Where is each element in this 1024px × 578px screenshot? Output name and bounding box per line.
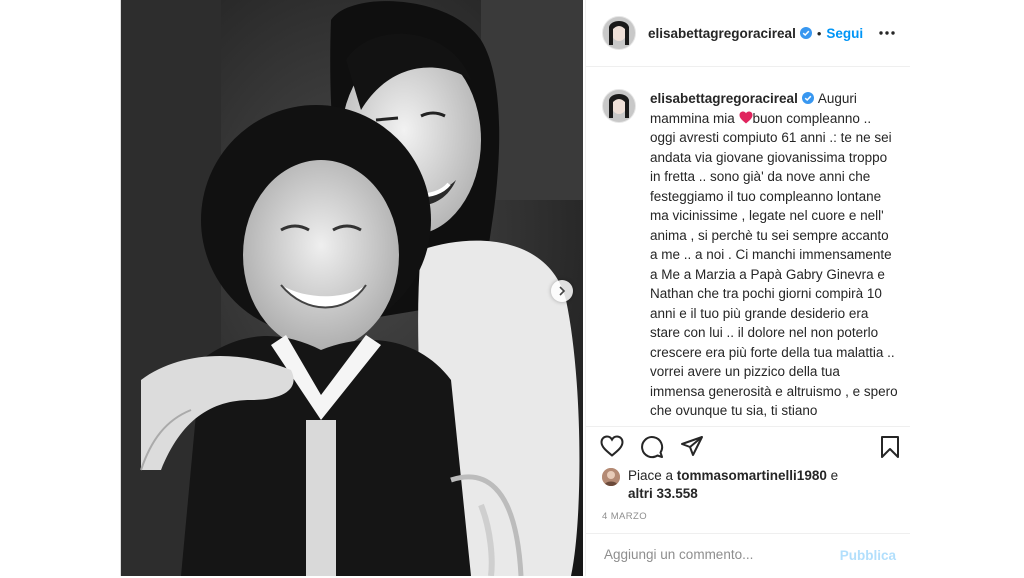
likes-others-link[interactable]: altri 33.558 bbox=[628, 486, 698, 501]
caption-username[interactable]: elisabettagregoracireal bbox=[650, 91, 798, 106]
comment-icon[interactable] bbox=[640, 435, 664, 459]
publish-button[interactable]: Pubblica bbox=[840, 548, 896, 563]
liker-avatar[interactable] bbox=[602, 468, 620, 486]
follow-button[interactable]: Segui bbox=[826, 26, 863, 41]
avatar-image bbox=[603, 17, 635, 49]
caption-row: elisabettagregoracireal Auguri mammina mi… bbox=[602, 89, 898, 425]
chevron-right-icon bbox=[559, 286, 566, 296]
verified-badge-icon bbox=[799, 27, 812, 39]
post-photo[interactable] bbox=[121, 0, 583, 576]
caption-text: elisabettagregoracireal Auguri mammina mi… bbox=[650, 89, 898, 425]
caption-scroll-area[interactable]: elisabettagregoracireal Auguri mammina mi… bbox=[586, 67, 910, 425]
caption-body-rest: buon compleanno .. oggi avresti compiuto… bbox=[650, 110, 898, 426]
avatar-image bbox=[603, 90, 635, 122]
photo-illustration bbox=[121, 0, 583, 576]
author-avatar[interactable] bbox=[602, 16, 636, 50]
post-header: elisabettagregoracireal • Segui bbox=[586, 0, 910, 67]
next-photo-button[interactable] bbox=[551, 280, 573, 302]
post-date[interactable]: 4 MARZO bbox=[602, 511, 647, 522]
comment-bar: Pubblica bbox=[586, 533, 910, 578]
likes-text: Piace a tommasomartinelli1980 e altri 33… bbox=[628, 467, 878, 503]
caption-avatar[interactable] bbox=[602, 89, 636, 123]
instagram-post: elisabettagregoracireal • Segui elisabet… bbox=[120, 0, 910, 576]
verified-badge-icon bbox=[801, 92, 814, 104]
heart-icon[interactable] bbox=[600, 435, 624, 457]
likes-prefix: Piace a bbox=[628, 468, 677, 483]
red-heart-emoji-icon bbox=[739, 111, 753, 123]
likes-user-link[interactable]: tommasomartinelli1980 bbox=[677, 468, 827, 483]
post-side-panel: elisabettagregoracireal • Segui elisabet… bbox=[585, 0, 910, 576]
comment-input[interactable] bbox=[602, 546, 836, 563]
header-separator-dot: • bbox=[816, 25, 822, 41]
header-username[interactable]: elisabettagregoracireal bbox=[648, 26, 796, 41]
avatar-image bbox=[602, 468, 620, 486]
likes-conjunction: e bbox=[826, 468, 839, 483]
paper-plane-icon[interactable] bbox=[680, 435, 704, 457]
post-actions: Piace a tommasomartinelli1980 e altri 33… bbox=[586, 426, 910, 577]
more-dots-icon[interactable] bbox=[878, 30, 896, 36]
likes-summary: Piace a tommasomartinelli1980 e altri 33… bbox=[602, 467, 878, 503]
bookmark-icon[interactable] bbox=[880, 435, 900, 459]
